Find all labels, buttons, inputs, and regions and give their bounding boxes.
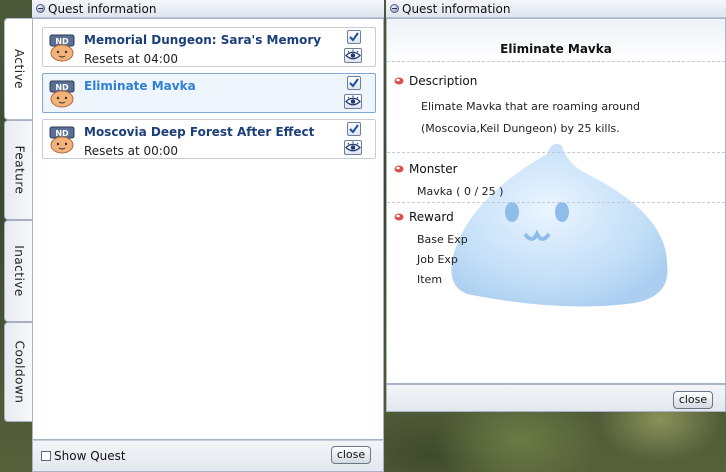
poring-watermark-icon bbox=[451, 143, 668, 307]
minimize-icon[interactable] bbox=[390, 4, 399, 13]
right-window-title-bar[interactable]: Quest information bbox=[386, 0, 726, 18]
quest-face-icon: ND bbox=[49, 34, 75, 62]
show-quest-label: Show Quest bbox=[54, 449, 126, 463]
section-divider bbox=[387, 202, 725, 203]
left-window-title: Quest information bbox=[48, 1, 157, 16]
quest-reset-time: Resets at 04:00 bbox=[84, 52, 179, 66]
check-icon bbox=[349, 32, 359, 42]
tab-feature[interactable]: Feature bbox=[4, 120, 33, 220]
description-line-2: (Moscovia,Keil Dungeon) by 25 kills. bbox=[421, 122, 620, 135]
monster-section-heading: Monster bbox=[394, 162, 458, 176]
tab-inactive-label: Inactive bbox=[12, 245, 26, 297]
left-window-title-bar[interactable]: Quest information bbox=[32, 0, 384, 18]
quest-tab-strip: Active Feature Inactive Cooldown bbox=[4, 18, 33, 422]
check-icon bbox=[349, 78, 359, 88]
description-heading: Description bbox=[409, 74, 478, 88]
quest-checkbox[interactable] bbox=[347, 30, 361, 44]
quest-view-button[interactable] bbox=[344, 48, 362, 63]
quest-view-button[interactable] bbox=[344, 140, 362, 155]
quest-title: Moscovia Deep Forest After Effect bbox=[84, 125, 315, 139]
quest-detail-panel: Eliminate Mavka Description Elimate Mavk… bbox=[386, 18, 726, 384]
minimize-icon[interactable] bbox=[36, 4, 45, 13]
reward-item: Item bbox=[417, 273, 443, 286]
detail-quest-title: Eliminate Mavka bbox=[500, 42, 612, 56]
reward-section-heading: Reward bbox=[394, 210, 454, 224]
monster-heading: Monster bbox=[409, 162, 458, 176]
red-bullet-icon bbox=[394, 77, 404, 85]
quest-item-eliminate-mavka[interactable]: ND Eliminate Mavka bbox=[42, 73, 376, 113]
quest-item-memorial-dungeon[interactable]: ND Memorial Dungeon: Sara's Memory Reset… bbox=[42, 27, 376, 67]
quest-checkbox[interactable] bbox=[347, 76, 361, 90]
description-line-1: Elimate Mavka that are roaming around bbox=[421, 100, 641, 113]
tab-active[interactable]: Active bbox=[4, 18, 33, 120]
tab-cooldown-label: Cooldown bbox=[12, 340, 26, 404]
tab-feature-label: Feature bbox=[12, 145, 27, 195]
close-button[interactable]: close bbox=[331, 446, 371, 464]
eye-icon bbox=[345, 49, 361, 60]
quest-face-icon: ND bbox=[49, 126, 75, 154]
reward-heading: Reward bbox=[409, 210, 454, 224]
quest-reset-time: Resets at 00:00 bbox=[84, 144, 179, 158]
reward-base-exp: Base Exp bbox=[417, 233, 468, 246]
description-section-heading: Description bbox=[394, 74, 477, 88]
show-quest-checkbox[interactable] bbox=[41, 451, 51, 461]
show-quest-toggle[interactable]: Show Quest bbox=[41, 449, 126, 463]
right-window-title: Quest information bbox=[402, 1, 511, 16]
quest-title: Memorial Dungeon: Sara's Memory bbox=[84, 33, 322, 47]
quest-title: Eliminate Mavka bbox=[84, 79, 196, 93]
quest-list-panel: ND Memorial Dungeon: Sara's Memory Reset… bbox=[32, 18, 384, 440]
reward-job-exp: Job Exp bbox=[417, 253, 458, 266]
close-button[interactable]: close bbox=[673, 391, 713, 409]
quest-face-icon: ND bbox=[49, 80, 75, 108]
monster-kill-count: Mavka ( 0 / 25 ) bbox=[417, 185, 504, 198]
eye-icon bbox=[345, 141, 361, 152]
quest-item-moscovia-forest[interactable]: ND Moscovia Deep Forest After Effect Res… bbox=[42, 119, 376, 159]
red-bullet-icon bbox=[394, 213, 404, 221]
quest-checkbox[interactable] bbox=[347, 122, 361, 136]
tab-active-label: Active bbox=[12, 48, 26, 90]
tab-inactive[interactable]: Inactive bbox=[4, 220, 33, 322]
tab-cooldown[interactable]: Cooldown bbox=[4, 322, 33, 422]
quest-view-button[interactable] bbox=[344, 94, 362, 109]
check-icon bbox=[349, 124, 359, 134]
red-bullet-icon bbox=[394, 165, 404, 173]
quest-detail-footer: close bbox=[386, 384, 726, 412]
section-divider bbox=[387, 152, 725, 153]
quest-list-footer: Show Quest close bbox=[32, 440, 384, 472]
eye-icon bbox=[345, 95, 361, 106]
